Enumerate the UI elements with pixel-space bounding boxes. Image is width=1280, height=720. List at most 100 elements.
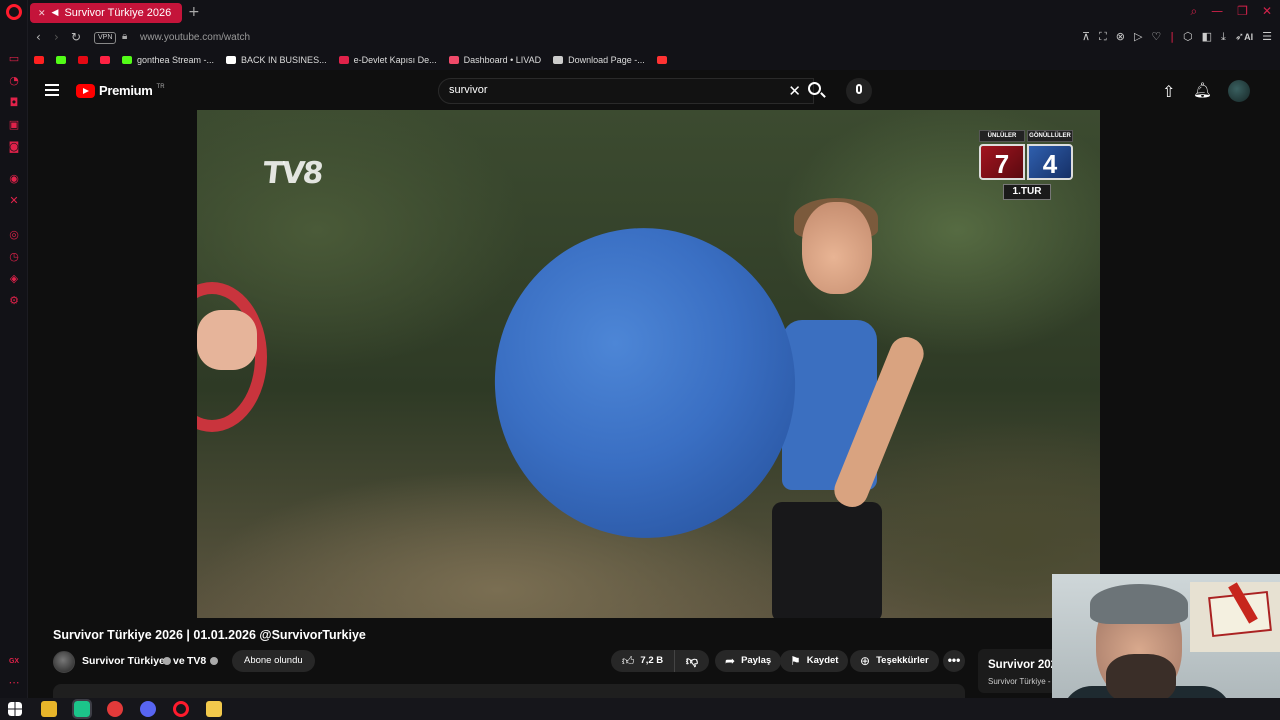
score-away: 4 — [1027, 144, 1073, 180]
lock-icon[interactable]: 🔒︎ — [122, 31, 127, 42]
opera-logo-icon[interactable] — [6, 4, 22, 20]
discord-icon[interactable]: ◉ — [7, 172, 21, 186]
ai-label: AI — [1244, 32, 1254, 42]
collab-channel-name[interactable]: TV8 — [187, 655, 206, 667]
player-icon[interactable]: ◎ — [7, 228, 21, 242]
share-icon: ➦ — [725, 654, 736, 668]
bookmark-favicon-icon — [338, 56, 349, 64]
bag-icon[interactable]: ◘ — [7, 96, 21, 110]
thumbs-up-icon: 👍︎ — [621, 654, 635, 668]
twitch-icon[interactable]: ▣ — [7, 118, 21, 132]
bookmark-favicon-icon — [122, 56, 132, 64]
speed-dial-icon[interactable]: ▭ — [7, 52, 21, 66]
x-twitter-icon[interactable]: ✕ — [7, 194, 21, 208]
windows-start-icon[interactable] — [8, 702, 22, 716]
share-button[interactable]: ➦ Paylaş — [715, 650, 782, 672]
bookmark-item[interactable] — [34, 56, 44, 64]
bookmark-favicon-icon — [553, 56, 564, 64]
more-actions-button[interactable]: ••• — [943, 650, 965, 672]
bookmark-favicon-icon — [34, 56, 44, 64]
download-icon[interactable]: ⤓ — [1221, 30, 1226, 44]
subscribed-button[interactable]: Abone olundu — [232, 650, 315, 672]
pin-icon[interactable]: ⊼ — [1082, 30, 1090, 44]
like-button[interactable]: 👍︎ 7,2 B — [611, 650, 675, 672]
history-icon[interactable]: ◷ — [7, 250, 21, 264]
vpn-badge[interactable]: VPN — [94, 32, 117, 44]
close-window-icon[interactable]: ✕ — [1262, 4, 1272, 19]
verified-icon — [163, 657, 171, 665]
dislike-button[interactable]: 👎︎ — [675, 650, 709, 672]
description-box[interactable] — [53, 684, 965, 698]
hamburger-menu-icon[interactable] — [45, 84, 59, 96]
account-avatar[interactable] — [1228, 80, 1250, 102]
tab-active[interactable]: ✕ ◀ Survivor Türkiye 2026 — [30, 3, 182, 23]
bookmark-item[interactable] — [78, 56, 88, 64]
gx-control-icon[interactable]: ◔ — [7, 74, 21, 88]
sidebar-more-icon[interactable]: ⋯ — [7, 676, 21, 690]
app-icon-red[interactable] — [107, 701, 123, 717]
profile-icon[interactable]: ◧ — [1202, 30, 1212, 44]
scoreboard: ÜNLÜLER GÖNÜLLÜLER 7 4 1.TUR — [979, 130, 1075, 206]
file-explorer-icon[interactable] — [41, 701, 57, 717]
thanks-button[interactable]: ⊕ Teşekkürler — [850, 650, 939, 672]
search-input[interactable] — [449, 84, 769, 96]
youtube-logo[interactable]: Premium TR — [76, 83, 165, 98]
tv8-watermark: TV8 — [261, 156, 324, 191]
channel-avatar[interactable] — [53, 651, 75, 673]
region-code: TR — [156, 83, 165, 90]
bookmark-label: Download Page -... — [568, 55, 645, 65]
voice-search-button[interactable] — [846, 78, 872, 104]
notifications-bell-icon[interactable]: 🔔︎ — [1193, 81, 1212, 99]
search-tabs-icon[interactable]: ⌕ — [1190, 4, 1197, 19]
settings-gear-icon[interactable]: ⚙ — [7, 294, 21, 308]
tab-close-icon[interactable]: ✕ — [38, 8, 46, 19]
url-field[interactable]: www.youtube.com/watch — [140, 32, 250, 43]
bookmark-item[interactable] — [100, 56, 110, 64]
new-tab-button[interactable]: + — [188, 4, 200, 20]
bookmark-item[interactable]: e-Devlet Kapısı De... — [338, 55, 437, 65]
forward-icon[interactable]: › — [54, 30, 59, 44]
aria-icon[interactable]: ➶AI — [1235, 30, 1253, 44]
opera-gx-taskbar-icon[interactable] — [173, 701, 189, 717]
pinboard-icon[interactable]: ◈ — [7, 272, 21, 286]
gx-badge[interactable]: GX — [7, 655, 21, 669]
upload-icon[interactable]: ⇧ — [1162, 82, 1175, 101]
bookmark-item[interactable] — [56, 56, 66, 64]
bookmark-item[interactable]: Download Page -... — [553, 55, 645, 65]
suggested-video-card[interactable]: Survivor 2026 Survivor Türkiye - — [978, 649, 1058, 693]
bookmark-item[interactable] — [656, 56, 667, 64]
streamer-beard — [1106, 654, 1176, 704]
video-player[interactable]: TV8 ÜNLÜLER GÖNÜLLÜLER 7 4 1.TUR — [197, 110, 1100, 618]
score-away-label: GÖNÜLLÜLER — [1027, 130, 1073, 142]
bookmark-favicon-icon — [656, 56, 667, 64]
bookmark-item[interactable]: gonthea Stream -... — [122, 55, 214, 65]
minimize-icon[interactable]: — — [1211, 4, 1223, 19]
restore-icon[interactable]: ❐ — [1237, 4, 1248, 19]
logo-text: Premium — [99, 83, 153, 98]
search-icon[interactable] — [808, 82, 821, 95]
bookmark-heart-icon[interactable]: ♡ — [1151, 30, 1161, 44]
address-bar-tools: ⊼ ⛶ ⊗ ▷ ♡ | ⬡ ◧ ⤓ ➶AI ☰ — [1082, 30, 1272, 44]
adblock-icon[interactable]: ⊗ — [1116, 30, 1125, 44]
bookmark-item[interactable]: Dashboard • LIVAD — [448, 55, 541, 65]
save-button[interactable]: ⚑ Kaydet — [780, 650, 849, 672]
save-label: Kaydet — [806, 655, 839, 666]
channel-name[interactable]: Survivor Türkiye — [82, 655, 165, 667]
channel-row: Survivor Türkiye ve TV8 Abone olundu 👍︎ … — [53, 650, 973, 674]
play-icon[interactable]: ▷ — [1134, 30, 1142, 44]
bookmark-label: e-Devlet Kapısı De... — [353, 55, 437, 65]
clear-search-icon[interactable]: ✕ — [788, 82, 801, 100]
bookmark-favicon-icon — [56, 56, 66, 64]
extensions-icon[interactable]: ⬡ — [1183, 30, 1193, 44]
app-icon-yellow[interactable] — [206, 701, 222, 717]
bookmark-favicon-icon — [448, 56, 459, 64]
reload-icon[interactable]: ↻ — [71, 30, 81, 44]
app-icon-green[interactable] — [72, 699, 92, 719]
back-icon[interactable]: ‹ — [36, 30, 41, 44]
thumbs-down-icon: 👎︎ — [685, 654, 699, 668]
easy-setup-icon[interactable]: ☰ — [1262, 30, 1272, 44]
snapshot-icon[interactable]: ⛶ — [1099, 30, 1107, 44]
bookmark-item[interactable]: BACK IN BUSINES... — [226, 55, 327, 65]
discord-taskbar-icon[interactable] — [140, 701, 156, 717]
messenger-icon[interactable]: ◙ — [7, 140, 21, 154]
